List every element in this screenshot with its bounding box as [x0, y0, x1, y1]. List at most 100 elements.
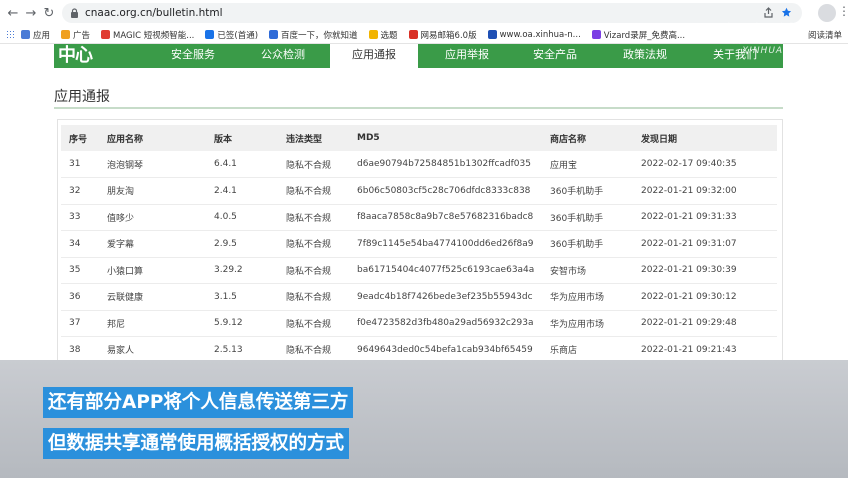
table-row: 37 邦尼 5.9.12 隐私不合规 f0e4723582d3fb480a29ad569… [61, 310, 777, 337]
bookmark-item[interactable]: MAGIC 短视频智能... [101, 29, 194, 41]
bookmark-favicon-icon [269, 30, 279, 39]
table-cell: 隐私不合规 [278, 257, 349, 284]
table-cell: 小猿口算 [99, 257, 206, 284]
table-cell: 2022-01-21 09:30:39 [633, 257, 777, 284]
table-cell: 隐私不合规 [278, 230, 349, 258]
bookmark-item[interactable]: www.oa.xinhua-n... [487, 29, 581, 40]
table-cell: 2022-01-21 09:32:00 [633, 177, 777, 205]
column-header: 发现日期 [633, 125, 777, 151]
subtitle-line-2: 但数据共享通常使用概括授权的方式 [43, 428, 350, 459]
table-cell: 6.4.1 [206, 151, 278, 178]
reading-list-link[interactable]: 阅读清单 [808, 29, 842, 41]
nav-security-products[interactable]: 安全产品 [516, 44, 594, 68]
table-cell: 3.1.5 [206, 283, 278, 311]
table-cell: 35 [61, 257, 99, 284]
bookmark-favicon-icon [205, 30, 215, 39]
table-cell: 邦尼 [99, 310, 206, 337]
table-row: 32 朋友淘 2.4.1 隐私不合规 6b06c50803cf5c28c706dfdc8… [61, 177, 777, 205]
bookmark-label: MAGIC 短视频智能... [113, 30, 195, 41]
bookmark-label: Vizard录屏_免费高... [603, 30, 686, 41]
table-cell: 隐私不合规 [278, 151, 349, 178]
url-text: cnaac.org.cn/bulletin.html [85, 7, 223, 19]
bookmark-favicon-icon [21, 30, 30, 39]
share-icon[interactable] [763, 7, 774, 18]
star-icon[interactable] [781, 7, 792, 18]
subtitle-line-1: 还有部分APP将个人信息传送第三方 [43, 387, 354, 418]
table-cell: 34 [61, 230, 99, 258]
bookmark-label: 应用 [33, 30, 51, 41]
bookmark-favicon-icon [61, 30, 71, 39]
lock-icon [71, 8, 78, 18]
nav-policies[interactable]: 政策法规 [606, 44, 684, 68]
table-cell: 3.29.2 [206, 257, 278, 284]
table-cell: 华为应用市场 [542, 283, 633, 311]
apps-icon[interactable] [6, 30, 15, 39]
bookmark-label: 百度一下，你就知道 [281, 30, 358, 41]
table-cell: 华为应用市场 [542, 310, 633, 337]
table-cell: 安智市场 [542, 257, 633, 284]
table-cell: 7f89c1145e54ba4774100dd6ed26f8a9 [349, 230, 542, 258]
bookmark-item[interactable]: 应用 [21, 29, 50, 41]
bookmark-favicon-icon [408, 30, 418, 39]
nav-security-service[interactable]: 安全服务 [154, 44, 232, 68]
column-header: 序号 [61, 125, 99, 151]
column-header: 违法类型 [278, 125, 349, 151]
page-title: 应用通报 [54, 89, 110, 105]
table-cell: ba61715404c4077f525c6193cae63a4a [349, 257, 542, 284]
table-cell: 4.0.5 [206, 204, 278, 231]
bookmark-label: 网易邮箱6.0版 [420, 30, 477, 41]
table-cell: 隐私不合规 [278, 204, 349, 231]
table-cell: 36 [61, 283, 99, 311]
bookmark-favicon-icon [368, 30, 378, 39]
bookmark-label: 已签(首通) [217, 30, 259, 41]
bookmark-label: www.oa.xinhua-n... [499, 29, 581, 40]
table-cell: 360手机助手 [542, 177, 633, 205]
bookmark-item[interactable]: 百度一下，你就知道 [269, 29, 358, 41]
table-header-row: 序号 应用名称 版本 违法类型 MD5 商店名称 发现日期 [61, 125, 777, 151]
reload-button[interactable]: ↻ [38, 2, 60, 24]
video-backdrop [0, 360, 848, 478]
column-header: 商店名称 [542, 125, 633, 151]
table-cell: 5.9.12 [206, 310, 278, 337]
bookmark-favicon-icon [101, 30, 111, 39]
site-nav: 中心 安全服务 公众检测 应用通报 应用举报 安全产品 政策法规 关于我们 [54, 44, 783, 68]
table-cell: 应用宝 [542, 151, 633, 178]
table-cell: f0e4723582d3fb480a29ad56932c293a [349, 310, 542, 337]
browser-toolbar: ← → ↻ cnaac.org.cn/bulletin.html ⋮ [0, 0, 848, 26]
table-cell: 泡泡钢琴 [99, 151, 206, 178]
table-cell: 2022-01-21 09:31:33 [633, 204, 777, 231]
table-cell: 32 [61, 177, 99, 205]
bookmark-label: 广告 [73, 30, 91, 41]
column-header: MD5 [349, 125, 542, 151]
table-cell: 2.9.5 [206, 230, 278, 258]
table-cell: 2022-01-21 09:29:48 [633, 310, 777, 337]
bookmark-item[interactable]: 广告 [61, 29, 90, 41]
table-cell: 隐私不合规 [278, 177, 349, 205]
profile-avatar[interactable] [818, 4, 836, 22]
site-logo[interactable]: 中心 [54, 44, 144, 68]
address-bar[interactable]: cnaac.org.cn/bulletin.html [62, 3, 802, 23]
table-cell: 360手机助手 [542, 230, 633, 258]
nav-app-bulletin[interactable]: 应用通报 [330, 44, 418, 68]
table-cell: f8aaca7858c8a9b7c8e57682316badc8 [349, 204, 542, 231]
column-header: 版本 [206, 125, 278, 151]
bookmark-item[interactable]: 已签(首通) [205, 29, 258, 41]
menu-button[interactable]: ⋮ [838, 4, 848, 22]
bookmark-item[interactable]: 网易邮箱6.0版 [408, 29, 477, 41]
nav-public-testing[interactable]: 公众检测 [244, 44, 322, 68]
table-cell: 朋友淘 [99, 177, 206, 205]
bookmark-item[interactable]: 选题 [368, 29, 398, 41]
table-cell: 2022-01-21 09:31:07 [633, 230, 777, 258]
table-cell: 2022-02-17 09:40:35 [633, 151, 777, 178]
title-divider [54, 107, 783, 109]
table-cell: 值哆少 [99, 204, 206, 231]
bulletin-table-container: 序号 应用名称 版本 违法类型 MD5 商店名称 发现日期 31 泡泡钢琴 6.4.1 隐私不合规… [57, 119, 783, 369]
bookmarks-bar: 应用 广告 MAGIC 短视频智能... 已签(首通) 百度一下，你就知道 选题 网易邮箱6… [0, 26, 848, 44]
bulletin-table: 序号 应用名称 版本 违法类型 MD5 商店名称 发现日期 31 泡泡钢琴 6.4.1 隐私不合规… [61, 125, 777, 364]
table-cell: 隐私不合规 [278, 283, 349, 311]
table-row: 33 值哆少 4.0.5 隐私不合规 f8aaca7858c8a9b7c8e576823… [61, 204, 777, 231]
table-cell: 37 [61, 310, 99, 337]
bookmark-favicon-icon [487, 30, 497, 39]
bookmark-item[interactable]: Vizard录屏_免费高... [591, 29, 686, 41]
nav-app-report[interactable]: 应用举报 [428, 44, 506, 68]
